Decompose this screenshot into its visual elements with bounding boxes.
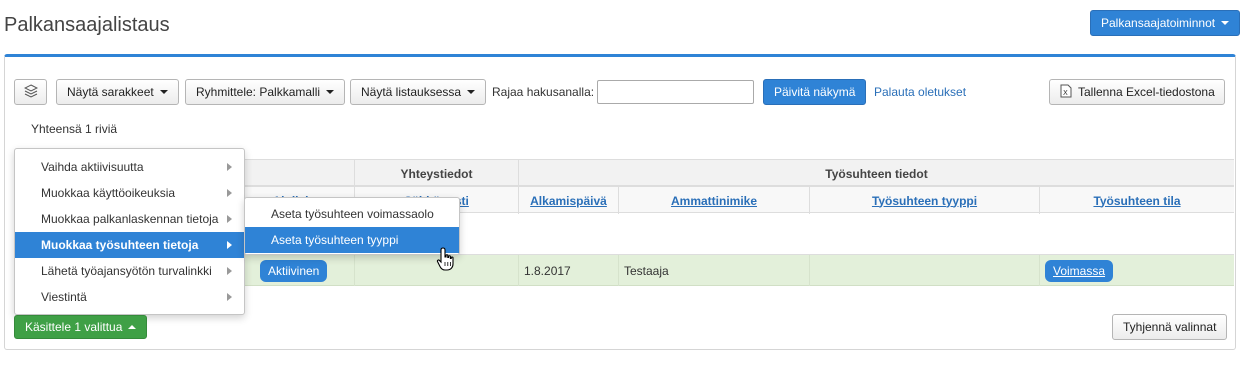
chevron-down-icon [326, 90, 335, 94]
chevron-down-icon [1221, 21, 1230, 25]
menu-item-label: Viestintä [41, 290, 87, 304]
menu-item-communication[interactable]: Viestintä [15, 284, 244, 310]
process-selected-menu: Vaihda aktiivisuutta Muokkaa käyttöoikeu… [14, 148, 245, 315]
export-excel-label: Tallenna Excel-tiedostona [1078, 85, 1215, 99]
menu-item-send-timesheet-link[interactable]: Lähetä työajansyötön turvalinkki [15, 258, 244, 284]
total-rows: Yhteensä 1 riviä [31, 122, 118, 136]
layers-button[interactable] [14, 79, 47, 105]
chevron-right-icon [227, 241, 232, 249]
menu-item-label: Muokkaa työsuhteen tietoja [41, 238, 199, 252]
employee-actions-label: Palkansaajatoiminnot [1101, 16, 1216, 30]
menu-item-label: Muokkaa käyttöoikeuksia [41, 186, 176, 200]
search-label: Rajaa hakusanalla: [492, 85, 595, 99]
chevron-up-icon [128, 325, 137, 329]
menu-item-edit-payroll[interactable]: Muokkaa palkanlaskennan tietoja [15, 206, 244, 232]
group-by-label: Ryhmittele: Palkkamalli [196, 85, 321, 99]
menu-item-change-activity[interactable]: Vaihda aktiivisuutta [15, 154, 244, 180]
show-in-list-button[interactable]: Näytä listauksessa [350, 79, 487, 105]
excel-icon: X [1060, 84, 1072, 101]
menu-item-label: Vaihda aktiivisuutta [41, 160, 144, 174]
row-job-title: Testaaja [619, 255, 810, 286]
process-selected-label: Käsittele 1 valittua [25, 320, 123, 334]
menu-item-label: Muokkaa palkanlaskennan tietoja [41, 212, 219, 226]
chevron-right-icon [227, 293, 232, 301]
row-employment-type [810, 255, 1040, 286]
layers-icon [23, 83, 38, 101]
row-status-cell: Voimassa [1040, 255, 1234, 286]
process-selected-button[interactable]: Käsittele 1 valittua [14, 315, 148, 339]
group-header-contact: Yhteystiedot [355, 160, 519, 187]
status-badge[interactable]: Voimassa [1045, 259, 1114, 282]
show-columns-label: Näytä sarakkeet [67, 85, 154, 99]
activity-badge[interactable]: Aktiivinen [260, 259, 328, 282]
chevron-right-icon [227, 267, 232, 275]
group-header-employment: Työsuhteen tiedot [825, 166, 928, 181]
menu-item-label: Lähetä työajansyötön turvalinkki [41, 264, 212, 278]
column-header-employment-type[interactable]: Työsuhteen tyyppi [810, 187, 1040, 214]
chevron-down-icon [159, 90, 168, 94]
hand-cursor-icon [436, 247, 458, 274]
menu-item-edit-employment[interactable]: Muokkaa työsuhteen tietoja [15, 232, 244, 258]
show-columns-button[interactable]: Näytä sarakkeet [56, 79, 179, 105]
submenu-item-set-type[interactable]: Aseta työsuhteen tyyppi [245, 227, 459, 253]
chevron-right-icon [227, 215, 232, 223]
page-title: Palkansaajalistaus [4, 14, 170, 36]
show-in-list-label: Näytä listauksessa [361, 85, 462, 99]
reset-defaults-link[interactable]: Palauta oletukset [874, 85, 966, 99]
search-input[interactable] [597, 80, 754, 104]
clear-selections-button[interactable]: Tyhjennä valinnat [1112, 314, 1228, 340]
export-excel-button[interactable]: X Tallenna Excel-tiedostona [1049, 79, 1225, 105]
chevron-right-icon [227, 189, 232, 197]
svg-text:X: X [1063, 89, 1068, 97]
submenu-item-set-validity[interactable]: Aseta työsuhteen voimassaolo [245, 201, 459, 227]
chevron-right-icon [227, 163, 232, 171]
column-header-employment-status[interactable]: Työsuhteen tila [1040, 187, 1234, 214]
employment-submenu: Aseta työsuhteen voimassaolo Aseta työsu… [244, 197, 460, 255]
row-start-date: 1.8.2017 [519, 255, 619, 286]
refresh-view-button[interactable]: Päivitä näkymä [763, 79, 867, 105]
employee-actions-button[interactable]: Palkansaajatoiminnot [1090, 10, 1241, 36]
column-header-start-date[interactable]: Alkamispäivä [519, 187, 619, 214]
menu-item-edit-permissions[interactable]: Muokkaa käyttöoikeuksia [15, 180, 244, 206]
chevron-down-icon [467, 90, 476, 94]
column-header-job-title[interactable]: Ammattinimike [619, 187, 810, 214]
row-activity-cell: Aktiivinen [255, 255, 355, 286]
group-by-button[interactable]: Ryhmittele: Palkkamalli [185, 79, 346, 105]
